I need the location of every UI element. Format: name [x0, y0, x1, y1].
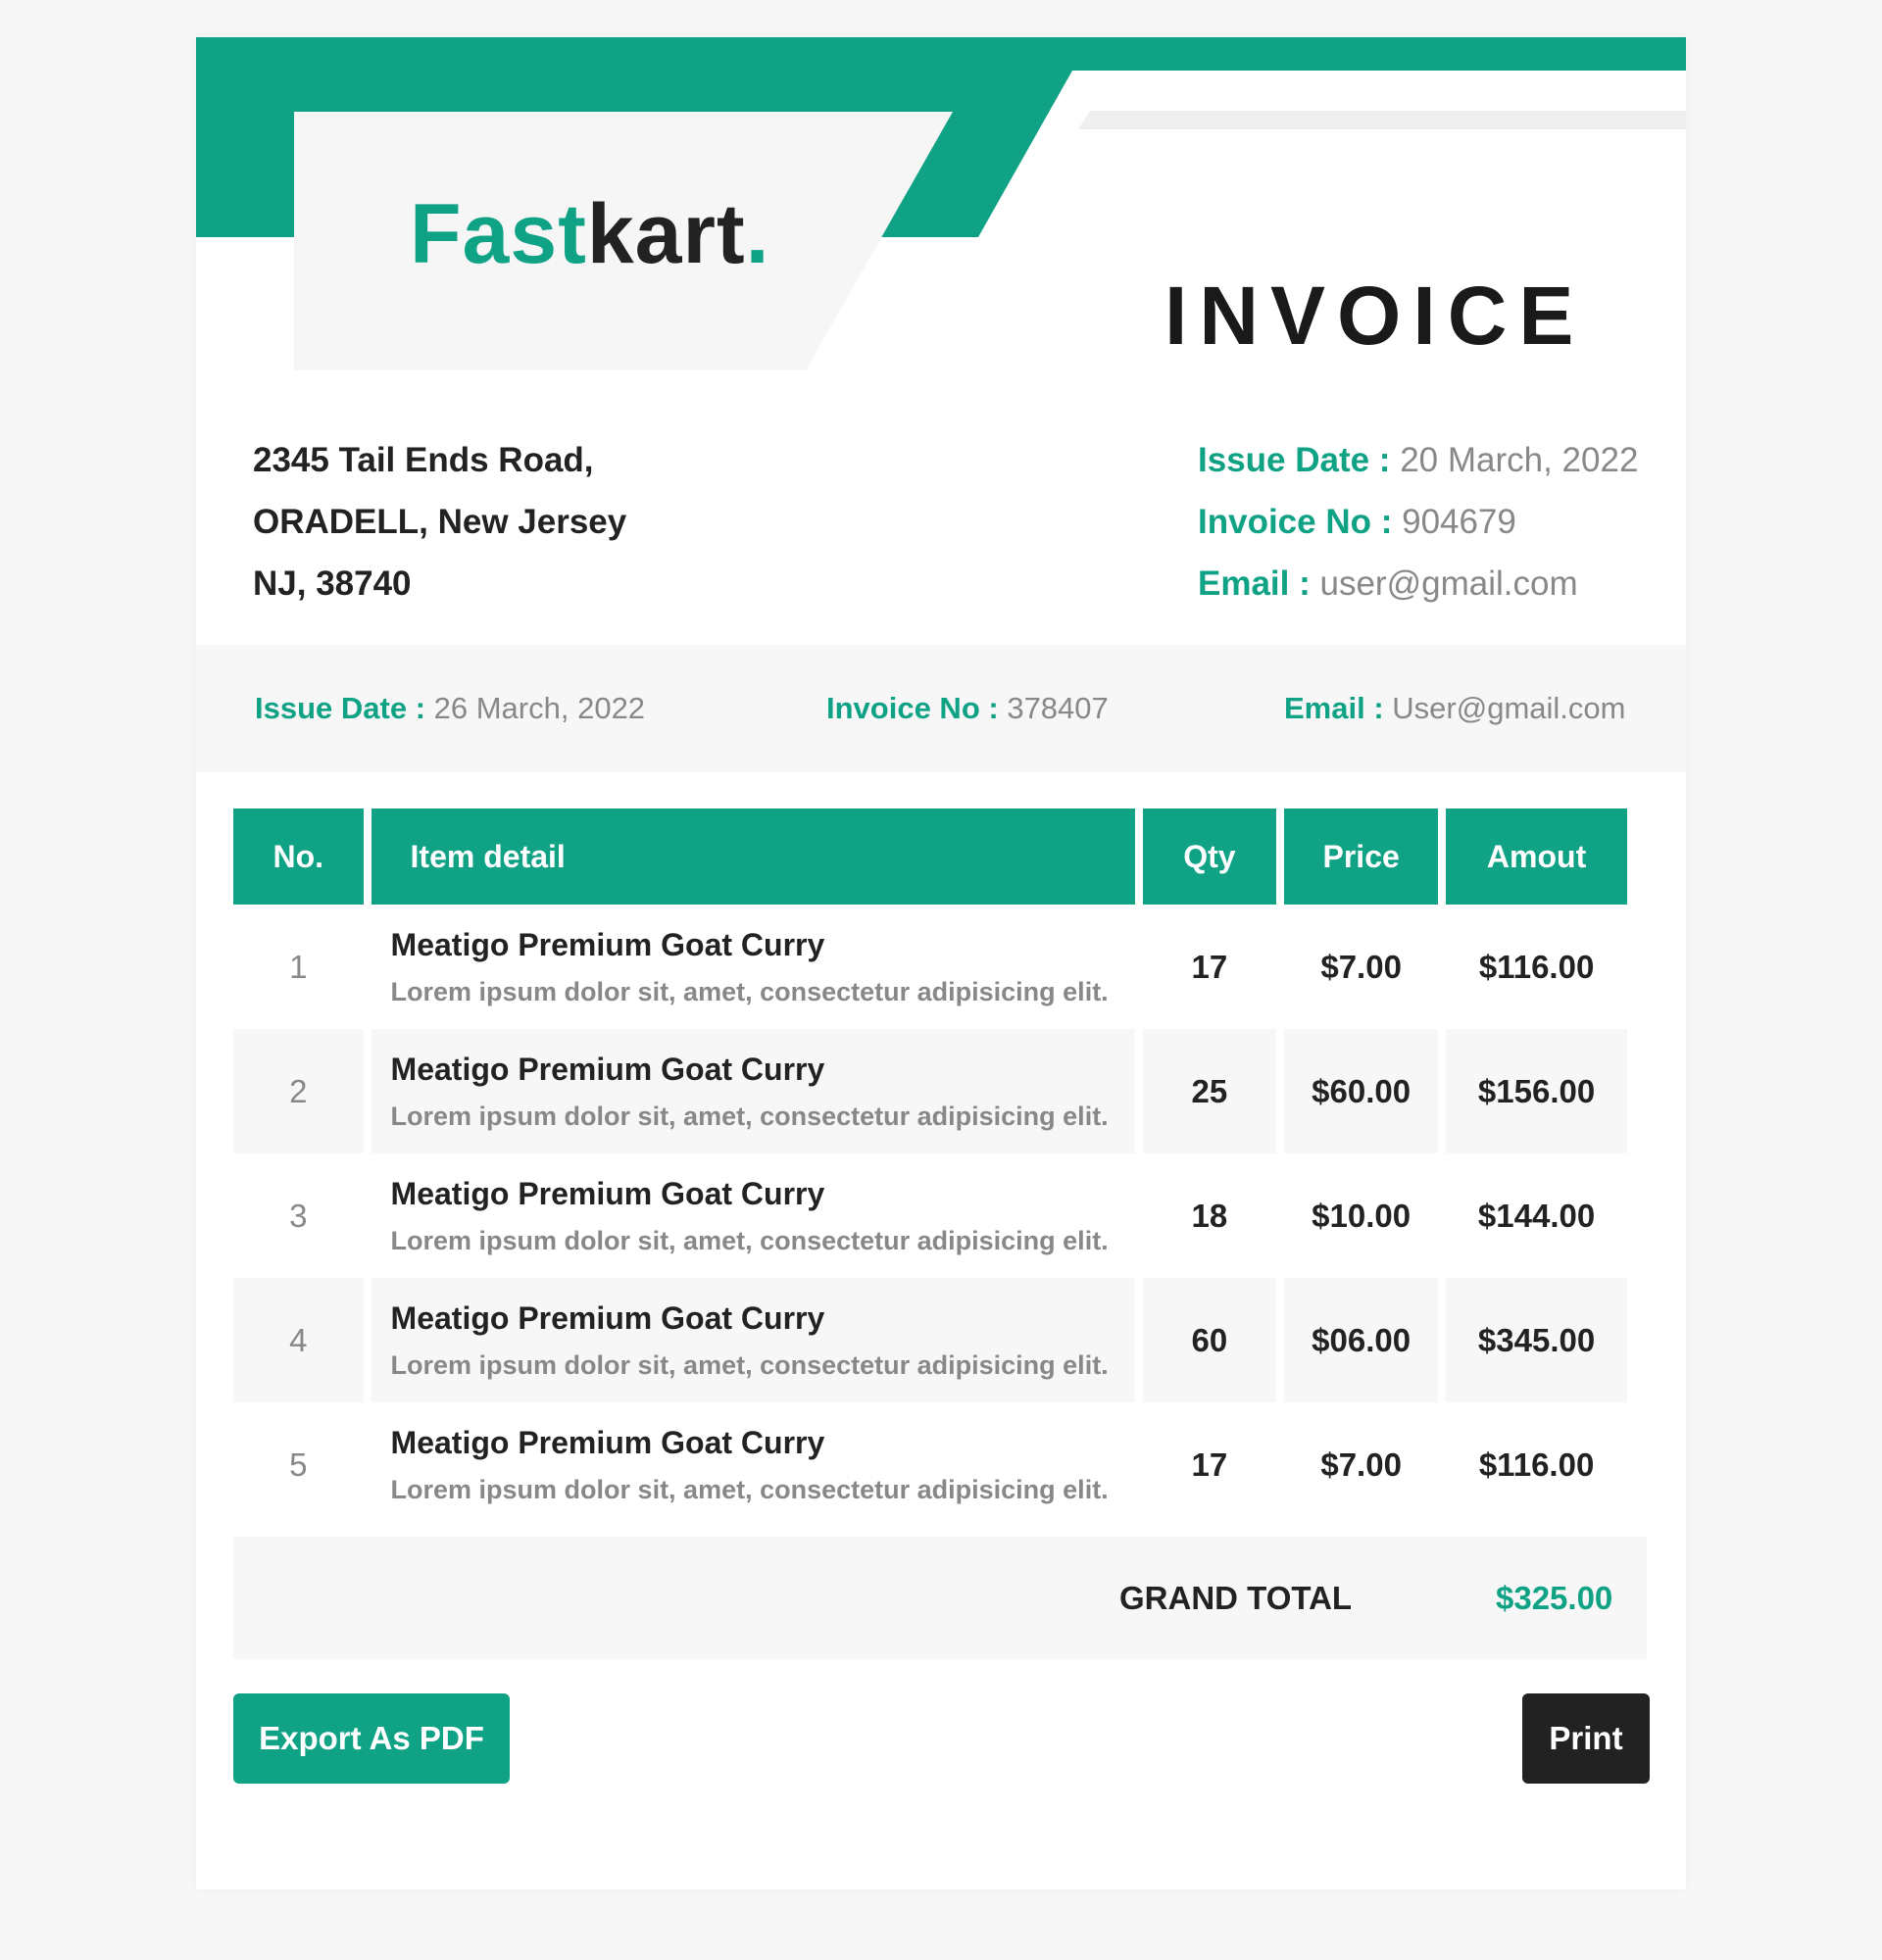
item-name: Meatigo Premium Goat Curry — [390, 926, 825, 962]
header-price: Price — [1284, 808, 1439, 905]
grand-total-value: $325.00 — [1496, 1580, 1613, 1616]
band-issue-date: Issue Date : 26 March, 2022 — [255, 691, 646, 725]
row-price: $60.00 — [1284, 1029, 1439, 1153]
row-amount: $144.00 — [1477, 1197, 1596, 1234]
band-email: Email : User@gmail.com — [1284, 691, 1626, 725]
table-row: 2 Meatigo Premium Goat Curry Lorem ipsum… — [233, 1029, 1627, 1153]
table-row: 1 Meatigo Premium Goat Curry Lorem ipsum… — [233, 905, 1627, 1029]
invoice-meta: Issue Date : 20 March, 2022 Invoice No :… — [1198, 429, 1638, 614]
item-name: Meatigo Premium Goat Curry — [390, 1051, 825, 1087]
brand-logo: Fastkart. — [410, 187, 770, 281]
row-price: $10.00 — [1312, 1197, 1412, 1234]
row-amount: $116.00 — [1478, 1446, 1595, 1483]
item-description: Lorem ipsum dolor sit, amet, consectetur… — [390, 1349, 1109, 1380]
row-no: 5 — [289, 1446, 308, 1483]
item-description: Lorem ipsum dolor sit, amet, consectetur… — [390, 1225, 1109, 1255]
band-invoice-no: Invoice No : 378407 — [826, 691, 1109, 725]
row-no: 3 — [289, 1197, 308, 1234]
items-table: No. Item detail Qty Price Amout 1 Meatig… — [225, 808, 1635, 1527]
item-name: Meatigo Premium Goat Curry — [390, 1299, 825, 1336]
row-qty: 18 — [1191, 1197, 1228, 1234]
row-item-detail: Meatigo Premium Goat Curry Lorem ipsum d… — [371, 1402, 1135, 1527]
row-no: 2 — [233, 1029, 364, 1153]
row-item-detail: Meatigo Premium Goat Curry Lorem ipsum d… — [371, 905, 1135, 1029]
grand-total-label: GRAND TOTAL — [1119, 1580, 1353, 1616]
row-amount: $116.00 — [1478, 948, 1595, 985]
print-button[interactable]: Print — [1522, 1693, 1650, 1784]
info-band: Issue Date : 26 March, 2022 Invoice No :… — [196, 645, 1686, 772]
export-pdf-button[interactable]: Export As PDF — [233, 1693, 510, 1784]
item-name: Meatigo Premium Goat Curry — [390, 1175, 825, 1211]
invoice-card: Fastkart. INVOICE 2345 Tail Ends Road, O… — [196, 37, 1686, 1889]
header-amount: Amout — [1446, 808, 1627, 905]
address-line: 2345 Tail Ends Road, — [253, 441, 594, 479]
row-qty: 17 — [1191, 948, 1228, 985]
row-item-detail: Meatigo Premium Goat Curry Lorem ipsum d… — [371, 1029, 1135, 1153]
table-header-row: No. Item detail Qty Price Amout — [233, 808, 1627, 905]
item-description: Lorem ipsum dolor sit, amet, consectetur… — [390, 976, 1109, 1006]
invoice-title: INVOICE — [1164, 270, 1586, 362]
row-amount: $345.00 — [1446, 1278, 1627, 1402]
table-row: 4 Meatigo Premium Goat Curry Lorem ipsum… — [233, 1278, 1627, 1402]
row-price: $7.00 — [1320, 1446, 1402, 1483]
row-amount: $156.00 — [1446, 1029, 1627, 1153]
row-qty: 17 — [1191, 1446, 1228, 1483]
table-row: 3 Meatigo Premium Goat Curry Lorem ipsum… — [233, 1153, 1627, 1278]
grand-total-bar: GRAND TOTAL $325.00 — [233, 1537, 1647, 1659]
row-qty: 25 — [1142, 1029, 1277, 1153]
meta-issue-date: Issue Date : 20 March, 2022 — [1198, 441, 1639, 479]
header-item-detail: Item detail — [371, 808, 1135, 905]
header-no: No. — [233, 808, 364, 905]
item-description: Lorem ipsum dolor sit, amet, consectetur… — [390, 1101, 1109, 1131]
item-name: Meatigo Premium Goat Curry — [390, 1424, 825, 1460]
row-no: 1 — [289, 948, 308, 985]
meta-invoice-no: Invoice No : 904679 — [1198, 503, 1516, 541]
row-price: $06.00 — [1284, 1278, 1439, 1402]
table-row: 5 Meatigo Premium Goat Curry Lorem ipsum… — [233, 1402, 1627, 1527]
row-item-detail: Meatigo Premium Goat Curry Lorem ipsum d… — [371, 1153, 1135, 1278]
item-description: Lorem ipsum dolor sit, amet, consectetur… — [390, 1474, 1109, 1504]
company-address: 2345 Tail Ends Road, ORADELL, New Jersey… — [253, 429, 626, 614]
row-item-detail: Meatigo Premium Goat Curry Lorem ipsum d… — [371, 1278, 1135, 1402]
header-qty: Qty — [1142, 808, 1277, 905]
address-line: NJ, 38740 — [253, 564, 412, 603]
row-no: 4 — [233, 1278, 364, 1402]
row-qty: 60 — [1142, 1278, 1277, 1402]
meta-email: Email : user@gmail.com — [1198, 564, 1578, 603]
address-line: ORADELL, New Jersey — [253, 503, 627, 541]
row-price: $7.00 — [1320, 948, 1402, 985]
